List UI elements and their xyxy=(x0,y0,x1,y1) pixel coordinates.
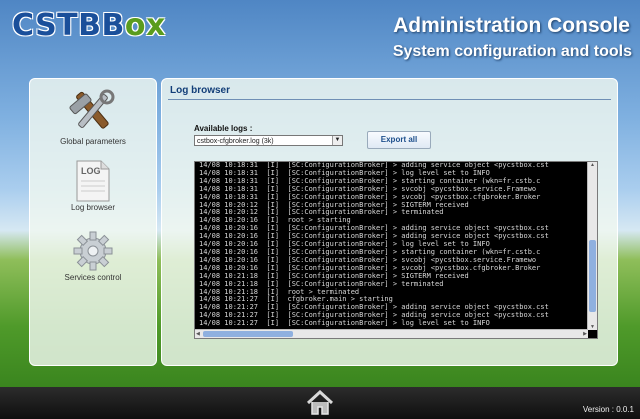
export-all-button[interactable]: Export all xyxy=(367,131,431,149)
log-text: 14/08 10:18:31 [I] [SC:ConfigurationBrok… xyxy=(199,162,549,328)
horizontal-scroll-thumb[interactable] xyxy=(203,331,293,337)
log-line: 14/08 10:18:31 [I] [SC:ConfigurationBrok… xyxy=(199,192,541,201)
gear-icon xyxy=(73,231,113,271)
log-browser-panel: Log browser Available logs : cstbox-cfgb… xyxy=(161,78,618,366)
chevron-down-icon[interactable]: ▼ xyxy=(332,136,342,145)
log-line: 14/08 10:20:16 [I] [SC:ConfigurationBrok… xyxy=(199,263,541,272)
log-line: 14/08 10:20:16 [I] root > starting xyxy=(199,216,351,225)
sidebar: Global parameters LOG Log browser Servic… xyxy=(29,78,157,366)
vertical-scrollbar[interactable]: ▲ ▼ xyxy=(587,162,597,330)
log-line: 14/08 10:21:27 [I] cfgbroker.main > star… xyxy=(199,295,393,304)
log-line: 14/08 10:20:16 [I] [SC:ConfigurationBrok… xyxy=(199,232,549,241)
scroll-left-icon[interactable]: ◀ xyxy=(196,331,200,337)
title-divider xyxy=(168,99,611,100)
log-line: 14/08 10:20:12 [I] [SC:ConfigurationBrok… xyxy=(199,208,444,217)
log-file-select[interactable]: cstbox-cfgbroker.log (3k) ▼ xyxy=(194,135,343,146)
panel-title: Log browser xyxy=(170,85,231,96)
log-icon: LOG xyxy=(76,160,110,202)
sidebar-item-log-browser[interactable]: LOG Log browser xyxy=(30,159,156,212)
app-title: Administration Console xyxy=(393,14,630,37)
log-line: 14/08 10:20:16 [I] [SC:ConfigurationBrok… xyxy=(199,224,549,233)
log-line: 14/08 10:18:31 [I] [SC:ConfigurationBrok… xyxy=(199,184,537,193)
home-icon[interactable] xyxy=(305,390,335,416)
log-line: 14/08 10:21:18 [I] root > terminated xyxy=(199,287,360,296)
log-line: 14/08 10:20:16 [I] [SC:ConfigurationBrok… xyxy=(199,247,541,256)
log-line: 14/08 10:20:12 [I] [SC:ConfigurationBrok… xyxy=(199,200,469,209)
log-line: 14/08 10:21:27 [I] [SC:ConfigurationBrok… xyxy=(199,319,490,328)
version-label: Version : 0.0.1 xyxy=(582,405,634,414)
available-logs-label: Available logs : xyxy=(194,124,253,133)
scroll-right-icon[interactable]: ▶ xyxy=(583,331,587,337)
log-line: 14/08 10:20:16 [I] [SC:ConfigurationBrok… xyxy=(199,255,537,264)
log-line: 14/08 10:20:16 [I] [SC:ConfigurationBrok… xyxy=(199,240,490,249)
log-line: 14/08 10:21:27 [I] [SC:ConfigurationBrok… xyxy=(199,311,549,320)
log-line: 14/08 10:18:31 [I] [SC:ConfigurationBrok… xyxy=(199,161,549,169)
log-line: 14/08 10:18:31 [I] [SC:ConfigurationBrok… xyxy=(199,176,541,185)
footer-bar: Version : 0.0.1 xyxy=(0,387,640,419)
app-subtitle: System configuration and tools xyxy=(392,43,632,60)
logo-b-letter: B xyxy=(101,8,125,43)
log-file-select-value: cstbox-cfgbroker.log (3k) xyxy=(197,138,274,145)
sidebar-item-label: Global parameters xyxy=(60,137,126,146)
log-console[interactable]: 14/08 10:18:31 [I] [SC:ConfigurationBrok… xyxy=(194,161,598,339)
horizontal-scrollbar[interactable]: ◀ ▶ xyxy=(195,329,588,338)
tools-icon xyxy=(69,89,115,129)
sidebar-item-global-parameters[interactable]: Global parameters xyxy=(30,85,156,146)
sidebar-item-label: Services control xyxy=(64,273,122,282)
log-line: 14/08 10:21:18 [I] [SC:ConfigurationBrok… xyxy=(199,279,444,288)
scroll-down-icon[interactable]: ▼ xyxy=(590,324,595,330)
log-line: 14/08 10:18:31 [I] [SC:ConfigurationBrok… xyxy=(199,168,490,177)
scroll-up-icon[interactable]: ▲ xyxy=(590,162,595,168)
sidebar-item-label: Log browser xyxy=(70,203,116,212)
log-icon-text: LOG xyxy=(81,166,101,176)
cstbox-logo: CSTBBox xyxy=(12,8,166,43)
sidebar-item-services-control[interactable]: Services control xyxy=(30,229,156,282)
app-header: CSTBBox Administration Console System co… xyxy=(0,0,640,72)
log-line: 14/08 10:21:18 [I] [SC:ConfigurationBrok… xyxy=(199,271,469,280)
log-line: 14/08 10:21:27 [I] [SC:ConfigurationBrok… xyxy=(199,303,549,312)
vertical-scroll-thumb[interactable] xyxy=(589,240,596,312)
